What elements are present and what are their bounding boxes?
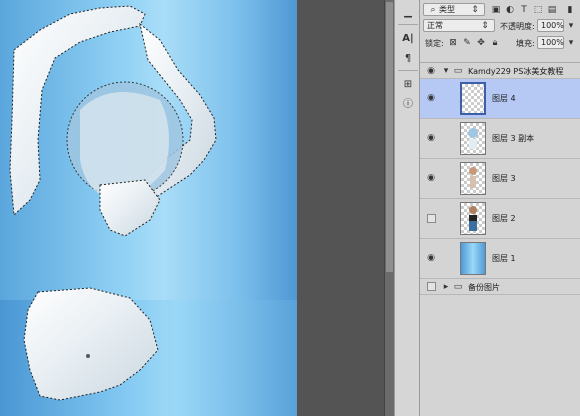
pixel-filter-icon[interactable]: ▣ (490, 4, 502, 16)
eye-icon[interactable]: ◉ (425, 92, 437, 104)
layers-panel: ⌕ 类型 ⇕ ▣ ◐ T ⬚ ▤ ▮ 正常 ⇕ 不透明度: 100% ▾ 锁定:… (420, 0, 580, 416)
layer-row[interactable]: ◉ 图层 3 (420, 159, 580, 199)
group-name: 备份图片 (468, 283, 500, 292)
type-filter-icon[interactable]: T (518, 4, 530, 16)
info-panel-icon[interactable]: ⓘ (399, 94, 417, 110)
lock-pixels-icon[interactable]: ✎ (461, 37, 473, 49)
character-panel-icon[interactable]: A| (399, 30, 417, 46)
chevron-down-icon: ⇕ (481, 20, 489, 31)
filter-kind-label: 类型 (439, 5, 455, 14)
fill-field[interactable]: 100% (537, 36, 564, 49)
blend-mode-select[interactable]: 正常 ⇕ (423, 19, 495, 32)
ice-figure-artwork (9, 5, 217, 401)
navel-mark (86, 354, 90, 358)
layer-row[interactable]: 图层 2 (420, 199, 580, 239)
layer-thumbnail (460, 82, 486, 115)
tool-divider (398, 24, 418, 25)
visibility-toggle[interactable] (427, 214, 436, 223)
eye-icon[interactable]: ◉ (425, 132, 437, 144)
fill-value: 100% (541, 38, 564, 47)
lock-transparency-icon[interactable]: ⊠ (447, 37, 459, 49)
thumbnail-figure (469, 167, 477, 188)
lock-label: 锁定: (425, 39, 444, 48)
adjustments-panel-icon[interactable]: ⊞ (399, 76, 417, 92)
filter-toggle-icon[interactable]: ▮ (564, 4, 576, 16)
layer-name: 图层 3 (492, 174, 516, 183)
layer-thumbnail (460, 202, 486, 235)
search-icon: ⌕ (430, 4, 436, 15)
blend-mode-label: 正常 (427, 21, 443, 30)
layer-name: 图层 2 (492, 214, 516, 223)
side-tools-strip: ▁ A| ¶ ⊞ ⓘ (394, 0, 420, 416)
adjustment-filter-icon[interactable]: ◐ (504, 4, 516, 16)
layer-row[interactable]: ◉ 图层 3 副本 (420, 119, 580, 159)
fill-label: 填充: (516, 39, 535, 48)
scrollbar-thumb[interactable] (386, 2, 393, 272)
thumbnail-figure (468, 128, 478, 149)
layer-name: 图层 3 副本 (492, 134, 535, 143)
thumbnail-figure (469, 206, 477, 231)
visibility-toggle[interactable] (427, 282, 436, 291)
layer-filter-row: ⌕ 类型 ⇕ ▣ ◐ T ⬚ ▤ ▮ (420, 2, 580, 18)
layer-name: 图层 1 (492, 254, 516, 263)
belly-shape (23, 287, 159, 401)
eye-icon[interactable]: ◉ (425, 252, 437, 264)
chevron-down-icon[interactable]: ▾ (565, 20, 577, 32)
layer-row[interactable]: ◉ 图层 4 (420, 79, 580, 119)
layer-name: 图层 4 (492, 94, 516, 103)
group-name: Kamdy229 PS冰美女教程 (468, 67, 564, 76)
layer-group-row[interactable]: ◉ ▾ ▭ Kamdy229 PS冰美女教程 (420, 63, 580, 79)
paragraph-panel-icon[interactable]: ¶ (399, 50, 417, 66)
document-canvas[interactable] (0, 0, 297, 416)
lock-all-icon[interactable]: 🔒︎ (489, 37, 501, 49)
chevron-down-icon: ⇕ (471, 4, 479, 15)
chevron-right-icon[interactable]: ▸ (440, 281, 452, 293)
photoshop-window: ▁ A| ¶ ⊞ ⓘ ⌕ 类型 ⇕ ▣ ◐ T ⬚ ▤ ▮ 正常 ⇕ 不透明度:… (0, 0, 580, 416)
smart-object-filter-icon[interactable]: ▤ (546, 4, 558, 16)
brush-settings-icon[interactable]: ▁ (399, 4, 417, 20)
opacity-field[interactable]: 100% (537, 19, 564, 32)
chevron-down-icon[interactable]: ▾ (565, 37, 577, 49)
chest-shape (99, 179, 161, 237)
document-workspace (0, 0, 394, 416)
eye-icon[interactable]: ◉ (425, 65, 437, 77)
vertical-scrollbar[interactable] (384, 0, 394, 416)
layer-thumbnail (460, 162, 486, 195)
layer-thumbnail (460, 122, 486, 155)
opacity-label: 不透明度: (500, 22, 535, 31)
blend-opacity-row: 正常 ⇕ 不透明度: 100% ▾ (420, 18, 580, 34)
opacity-value: 100% (541, 21, 564, 30)
layers-list: ◉ ▾ ▭ Kamdy229 PS冰美女教程 ◉ 图层 4 ◉ 图层 3 副本 … (420, 62, 580, 416)
lock-position-icon[interactable]: ✥ (475, 37, 487, 49)
folder-icon: ▭ (453, 282, 463, 292)
eye-icon[interactable]: ◉ (425, 172, 437, 184)
layer-row[interactable]: ◉ 图层 1 (420, 239, 580, 279)
filter-kind-select[interactable]: ⌕ 类型 ⇕ (423, 3, 485, 16)
shape-filter-icon[interactable]: ⬚ (532, 4, 544, 16)
lock-fill-row: 锁定: ⊠ ✎ ✥ 🔒︎ 填充: 100% ▾ (420, 35, 580, 51)
layer-thumbnail (460, 242, 486, 275)
chevron-down-icon[interactable]: ▾ (440, 65, 452, 77)
tool-divider (398, 70, 418, 71)
folder-icon: ▭ (453, 66, 463, 76)
layer-group-row[interactable]: ▸ ▭ 备份图片 (420, 279, 580, 295)
